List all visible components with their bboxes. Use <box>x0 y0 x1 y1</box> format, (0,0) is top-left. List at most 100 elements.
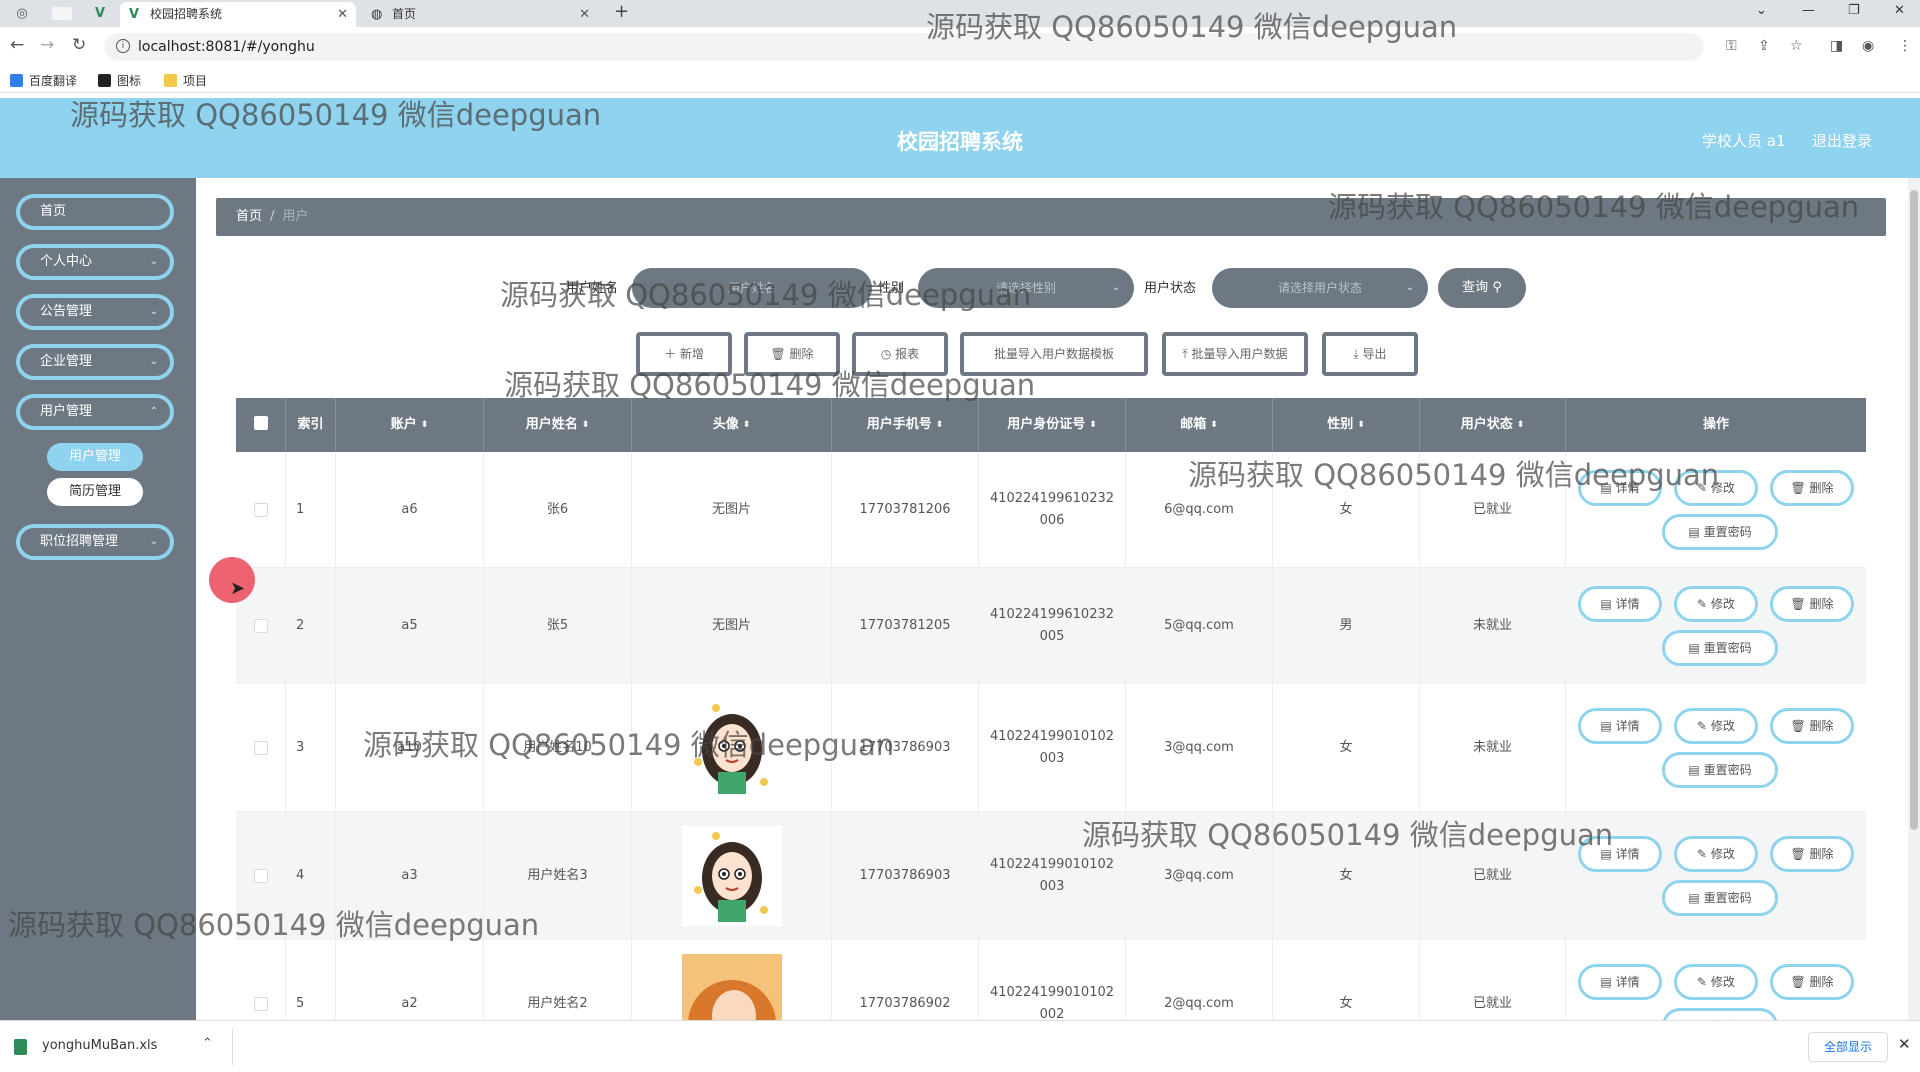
sidebar-item-companies[interactable]: 企业管理 ⌄ <box>16 344 174 380</box>
cell-index: 2 <box>286 568 336 683</box>
sort-icon: ⬍ <box>1357 420 1365 430</box>
chrome-menu-icon[interactable]: ◎ <box>14 6 30 22</box>
tab-list-chevron-icon[interactable]: ⌄ <box>1756 3 1767 18</box>
sidebar-item-personal-center[interactable]: 个人中心 ⌄ <box>16 244 174 280</box>
row-checkbox[interactable] <box>253 618 268 633</box>
sort-icon: ⬍ <box>1089 420 1097 430</box>
more-menu-icon[interactable]: ⋮ <box>1898 38 1912 54</box>
detail-button[interactable]: ▤ 详情 <box>1578 586 1662 622</box>
star-icon[interactable]: ☆ <box>1790 38 1803 54</box>
row-checkbox[interactable] <box>253 502 268 517</box>
back-icon[interactable]: ← <box>10 35 24 55</box>
app-header: 校园招聘系统 学校人员 a1 退出登录 <box>0 98 1920 178</box>
row-checkbox[interactable] <box>253 868 268 883</box>
select-all-checkbox[interactable] <box>236 398 286 452</box>
edit-button[interactable]: ✎ 修改 <box>1674 836 1758 872</box>
sort-icon: ⬍ <box>935 420 944 430</box>
reset-password-button[interactable]: ▤ 重置密码 <box>1662 752 1778 788</box>
bookmark-icons[interactable]: 图标 <box>98 72 141 89</box>
edit-button[interactable]: ✎ 修改 <box>1674 470 1758 506</box>
row-checkbox[interactable] <box>253 996 268 1011</box>
row-delete-button[interactable]: 🗑 删除 <box>1770 836 1854 872</box>
col-gender[interactable]: 性别 ⬍ <box>1273 398 1420 452</box>
reset-password-button[interactable]: ▤ 重置密码 <box>1662 514 1778 550</box>
col-status[interactable]: 用户状态 ⬍ <box>1420 398 1566 452</box>
delete-button[interactable]: 🗑 删除 <box>744 332 840 376</box>
profile-icon[interactable]: ◉ <box>1862 38 1874 54</box>
row-checkbox[interactable] <box>253 740 268 755</box>
status-select[interactable]: 请选择用户状态 ⌄ <box>1212 268 1428 308</box>
minimize-icon[interactable]: — <box>1802 3 1815 18</box>
scrollbar-thumb[interactable] <box>1910 190 1918 830</box>
close-download-bar-icon[interactable]: ✕ <box>1898 1035 1911 1053</box>
detail-button[interactable]: ▤ 详情 <box>1578 708 1662 744</box>
reset-password-button[interactable]: ▤ 重置密码 <box>1662 880 1778 916</box>
sidebar-item-job-recruitment[interactable]: 职位招聘管理 ⌄ <box>16 524 174 560</box>
sidepanel-icon[interactable]: ◨ <box>1830 38 1843 54</box>
report-button[interactable]: ◷ 报表 <box>852 332 948 376</box>
row-checkbox-cell <box>236 684 286 811</box>
trash-icon: 🗑 <box>770 347 790 361</box>
row-delete-button[interactable]: 🗑 删除 <box>1770 708 1854 744</box>
close-tab-icon[interactable]: ✕ <box>337 2 348 27</box>
edit-button[interactable]: ✎ 修改 <box>1674 964 1758 1000</box>
row-delete-button[interactable]: 🗑 删除 <box>1770 964 1854 1000</box>
tab-title: 首页 <box>392 7 417 21</box>
sidebar-item-announcements[interactable]: 公告管理 ⌄ <box>16 294 174 330</box>
forward-icon[interactable]: → <box>40 35 54 55</box>
site-info-icon[interactable]: i <box>116 39 130 53</box>
page-scrollbar[interactable] <box>1908 178 1920 1020</box>
sidebar-item-users[interactable]: 用户管理 ⌃ <box>16 394 174 430</box>
cell-name: 用户姓名3 <box>484 812 632 939</box>
reload-icon[interactable]: ↻ <box>72 35 86 55</box>
key-icon[interactable]: ⚿ <box>1726 38 1737 54</box>
close-tab-icon[interactable]: ✕ <box>579 2 590 27</box>
bookmark-baidu-translate[interactable]: 百度翻译 <box>10 72 77 89</box>
import-template-button[interactable]: 批量导入用户数据模板 <box>960 332 1148 376</box>
restore-icon[interactable]: ❐ <box>1848 3 1860 18</box>
add-button[interactable]: ＋ 新增 <box>636 332 732 376</box>
row-actions: ▤ 详情 ✎ 修改 🗑 删除 ▤ 重置密码 <box>1566 812 1866 939</box>
tab-campus-recruitment[interactable]: V 校园招聘系统 ✕ <box>120 2 356 27</box>
share-icon[interactable]: ⇪ <box>1758 38 1770 54</box>
tab-home[interactable]: ◍ 首页 ✕ <box>362 2 598 27</box>
breadcrumb-home[interactable]: 首页 <box>236 209 262 224</box>
name-search-input[interactable]: 用户姓名 <box>632 268 872 308</box>
import-data-button[interactable]: ⤒ 批量导入用户数据 <box>1162 332 1308 376</box>
gender-select[interactable]: 请选择性别 ⌄ <box>918 268 1134 308</box>
bookmark-projects[interactable]: 项目 <box>164 72 207 89</box>
col-account[interactable]: 账户 ⬍ <box>336 398 484 452</box>
detail-button[interactable]: ▤ 详情 <box>1578 470 1662 506</box>
sidebar-subitem-resume-management[interactable]: 简历管理 <box>47 478 143 506</box>
col-id-number[interactable]: 用户身份证号 ⬍ <box>979 398 1126 452</box>
sidebar-item-home[interactable]: 首页 <box>16 194 174 230</box>
edit-button[interactable]: ✎ 修改 <box>1674 586 1758 622</box>
edit-button[interactable]: ✎ 修改 <box>1674 708 1758 744</box>
sidebar-subitem-user-management[interactable]: 用户管理 <box>47 443 143 471</box>
cell-email: 3@qq.com <box>1126 684 1273 811</box>
cell-phone: 17703781206 <box>832 452 979 567</box>
row-delete-button[interactable]: 🗑 删除 <box>1770 586 1854 622</box>
new-tab-button[interactable]: + <box>614 1 629 22</box>
vue-icon[interactable]: V <box>92 6 108 22</box>
url-field[interactable]: i localhost:8081/#/yonghu <box>104 33 1704 61</box>
col-avatar[interactable]: 头像 ⬍ <box>632 398 832 452</box>
reset-password-button[interactable]: ▤ 重置密码 <box>1662 630 1778 666</box>
detail-button[interactable]: ▤ 详情 <box>1578 836 1662 872</box>
show-all-downloads-button[interactable]: 全部显示 <box>1808 1032 1888 1062</box>
col-phone[interactable]: 用户手机号 ⬍ <box>832 398 979 452</box>
folder-icon <box>164 74 177 87</box>
tab-search-icon[interactable] <box>52 7 72 20</box>
cell-phone: 17703781205 <box>832 568 979 683</box>
logout-link[interactable]: 退出登录 <box>1812 130 1872 151</box>
download-filename[interactable]: yonghuMuBan.xls <box>42 1038 157 1053</box>
query-button[interactable]: 查询 ⚲ <box>1438 268 1526 308</box>
col-email[interactable]: 邮箱 ⬍ <box>1126 398 1273 452</box>
row-delete-button[interactable]: 🗑 删除 <box>1770 470 1854 506</box>
detail-button[interactable]: ▤ 详情 <box>1578 964 1662 1000</box>
export-button[interactable]: ⤓ 导出 <box>1322 332 1418 376</box>
col-name[interactable]: 用户姓名 ⬍ <box>484 398 632 452</box>
trash-icon: 🗑 <box>1790 481 1810 495</box>
chevron-up-icon[interactable]: ⌃ <box>202 1036 213 1051</box>
window-close-icon[interactable]: ✕ <box>1894 3 1905 18</box>
